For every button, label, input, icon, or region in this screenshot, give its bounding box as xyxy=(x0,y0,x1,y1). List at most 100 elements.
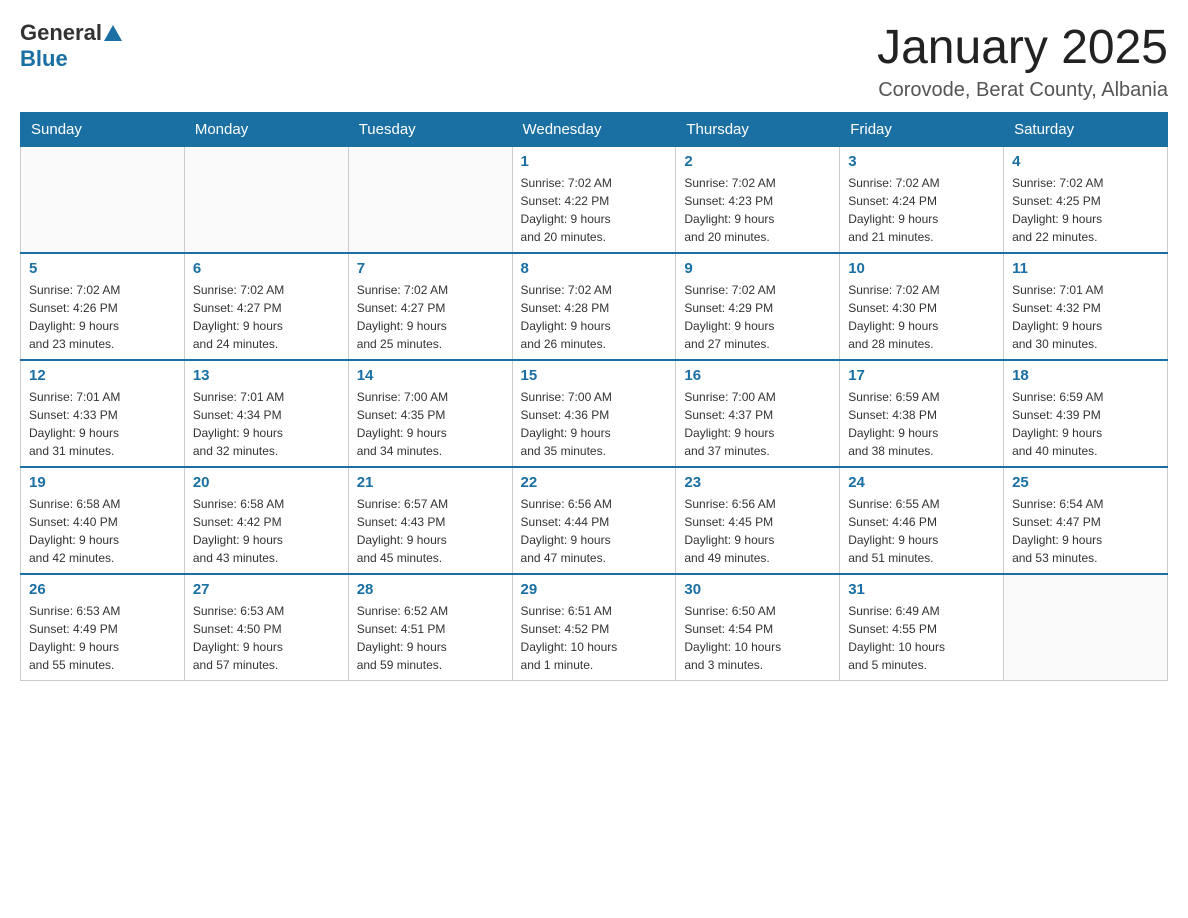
calendar-cell: 22 Sunrise: 6:56 AM Sunset: 4:44 PM Dayli… xyxy=(512,467,676,574)
logo: General Blue xyxy=(20,20,122,72)
day-info: Sunrise: 7:02 AM Sunset: 4:23 PM Dayligh… xyxy=(684,174,831,246)
day-header-tuesday: Tuesday xyxy=(348,113,512,147)
header: General Blue January 2025 Corovode, Bera… xyxy=(20,20,1168,102)
day-info: Sunrise: 7:02 AM Sunset: 4:22 PM Dayligh… xyxy=(521,174,668,246)
day-number: 21 xyxy=(357,474,504,491)
day-number: 4 xyxy=(1012,153,1159,170)
day-info: Sunrise: 6:59 AM Sunset: 4:39 PM Dayligh… xyxy=(1012,388,1159,460)
logo-triangle-icon xyxy=(104,25,122,41)
calendar-cell: 8 Sunrise: 7:02 AM Sunset: 4:28 PM Daylig… xyxy=(512,253,676,360)
day-number: 25 xyxy=(1012,474,1159,491)
logo-general-text: General xyxy=(20,20,102,46)
day-info: Sunrise: 7:02 AM Sunset: 4:29 PM Dayligh… xyxy=(684,281,831,353)
day-info: Sunrise: 7:01 AM Sunset: 4:33 PM Dayligh… xyxy=(29,388,176,460)
calendar-cell: 3Sunrise: 7:02 AM Sunset: 4:24 PM Daylig… xyxy=(840,147,1004,254)
calendar-cell: 4 Sunrise: 7:02 AM Sunset: 4:25 PM Daylig… xyxy=(1004,147,1168,254)
day-header-monday: Monday xyxy=(184,113,348,147)
day-number: 28 xyxy=(357,581,504,598)
calendar-cell: 11 Sunrise: 7:01 AM Sunset: 4:32 PM Dayli… xyxy=(1004,253,1168,360)
calendar-cell xyxy=(184,147,348,254)
day-number: 22 xyxy=(521,474,668,491)
calendar-cell: 24 Sunrise: 6:55 AM Sunset: 4:46 PM Dayli… xyxy=(840,467,1004,574)
calendar-cell: 12 Sunrise: 7:01 AM Sunset: 4:33 PM Dayli… xyxy=(21,360,185,467)
day-info: Sunrise: 7:02 AM Sunset: 4:26 PM Dayligh… xyxy=(29,281,176,353)
day-header-saturday: Saturday xyxy=(1004,113,1168,147)
calendar-table: SundayMondayTuesdayWednesdayThursdayFrid… xyxy=(20,112,1168,681)
day-info: Sunrise: 7:01 AM Sunset: 4:32 PM Dayligh… xyxy=(1012,281,1159,353)
day-header-friday: Friday xyxy=(840,113,1004,147)
calendar-cell: 31 Sunrise: 6:49 AM Sunset: 4:55 PM Dayli… xyxy=(840,574,1004,681)
calendar-cell: 9Sunrise: 7:02 AM Sunset: 4:29 PM Daylig… xyxy=(676,253,840,360)
calendar-cell: 16 Sunrise: 7:00 AM Sunset: 4:37 PM Dayli… xyxy=(676,360,840,467)
calendar-subtitle: Corovode, Berat County, Albania xyxy=(877,79,1168,102)
day-info: Sunrise: 7:01 AM Sunset: 4:34 PM Dayligh… xyxy=(193,388,340,460)
calendar-cell: 27 Sunrise: 6:53 AM Sunset: 4:50 PM Dayli… xyxy=(184,574,348,681)
day-number: 10 xyxy=(848,260,995,277)
calendar-cell: 18 Sunrise: 6:59 AM Sunset: 4:39 PM Dayli… xyxy=(1004,360,1168,467)
day-info: Sunrise: 6:53 AM Sunset: 4:49 PM Dayligh… xyxy=(29,602,176,674)
day-info: Sunrise: 6:55 AM Sunset: 4:46 PM Dayligh… xyxy=(848,495,995,567)
title-area: January 2025 Corovode, Berat County, Alb… xyxy=(877,20,1168,102)
day-info: Sunrise: 7:02 AM Sunset: 4:24 PM Dayligh… xyxy=(848,174,995,246)
day-number: 12 xyxy=(29,367,176,384)
day-info: Sunrise: 6:53 AM Sunset: 4:50 PM Dayligh… xyxy=(193,602,340,674)
calendar-cell: 23Sunrise: 6:56 AM Sunset: 4:45 PM Dayli… xyxy=(676,467,840,574)
day-number: 2 xyxy=(684,153,831,170)
day-info: Sunrise: 6:51 AM Sunset: 4:52 PM Dayligh… xyxy=(521,602,668,674)
calendar-cell: 7Sunrise: 7:02 AM Sunset: 4:27 PM Daylig… xyxy=(348,253,512,360)
calendar-cell: 13 Sunrise: 7:01 AM Sunset: 4:34 PM Dayli… xyxy=(184,360,348,467)
day-number: 24 xyxy=(848,474,995,491)
week-row-3: 12 Sunrise: 7:01 AM Sunset: 4:33 PM Dayli… xyxy=(21,360,1168,467)
week-row-5: 26 Sunrise: 6:53 AM Sunset: 4:49 PM Dayli… xyxy=(21,574,1168,681)
day-info: Sunrise: 7:00 AM Sunset: 4:35 PM Dayligh… xyxy=(357,388,504,460)
day-number: 15 xyxy=(521,367,668,384)
day-info: Sunrise: 7:02 AM Sunset: 4:25 PM Dayligh… xyxy=(1012,174,1159,246)
calendar-cell: 5 Sunrise: 7:02 AM Sunset: 4:26 PM Daylig… xyxy=(21,253,185,360)
day-number: 27 xyxy=(193,581,340,598)
day-info: Sunrise: 6:57 AM Sunset: 4:43 PM Dayligh… xyxy=(357,495,504,567)
day-info: Sunrise: 6:52 AM Sunset: 4:51 PM Dayligh… xyxy=(357,602,504,674)
calendar-cell xyxy=(21,147,185,254)
day-number: 13 xyxy=(193,367,340,384)
day-number: 19 xyxy=(29,474,176,491)
day-number: 7 xyxy=(357,260,504,277)
day-info: Sunrise: 6:58 AM Sunset: 4:40 PM Dayligh… xyxy=(29,495,176,567)
day-number: 8 xyxy=(521,260,668,277)
day-number: 11 xyxy=(1012,260,1159,277)
day-header-wednesday: Wednesday xyxy=(512,113,676,147)
day-info: Sunrise: 6:58 AM Sunset: 4:42 PM Dayligh… xyxy=(193,495,340,567)
calendar-cell xyxy=(1004,574,1168,681)
week-row-1: 1 Sunrise: 7:02 AM Sunset: 4:22 PM Daylig… xyxy=(21,147,1168,254)
day-info: Sunrise: 7:00 AM Sunset: 4:37 PM Dayligh… xyxy=(684,388,831,460)
calendar-cell: 25 Sunrise: 6:54 AM Sunset: 4:47 PM Dayli… xyxy=(1004,467,1168,574)
calendar-title: January 2025 xyxy=(877,20,1168,75)
day-info: Sunrise: 7:02 AM Sunset: 4:28 PM Dayligh… xyxy=(521,281,668,353)
calendar-cell: 30 Sunrise: 6:50 AM Sunset: 4:54 PM Dayli… xyxy=(676,574,840,681)
day-number: 26 xyxy=(29,581,176,598)
day-number: 6 xyxy=(193,260,340,277)
day-number: 1 xyxy=(521,153,668,170)
day-number: 30 xyxy=(684,581,831,598)
calendar-cell: 6 Sunrise: 7:02 AM Sunset: 4:27 PM Daylig… xyxy=(184,253,348,360)
day-info: Sunrise: 6:59 AM Sunset: 4:38 PM Dayligh… xyxy=(848,388,995,460)
logo-blue-text: Blue xyxy=(20,46,68,72)
day-number: 14 xyxy=(357,367,504,384)
calendar-cell xyxy=(348,147,512,254)
day-info: Sunrise: 6:50 AM Sunset: 4:54 PM Dayligh… xyxy=(684,602,831,674)
day-number: 31 xyxy=(848,581,995,598)
week-row-2: 5 Sunrise: 7:02 AM Sunset: 4:26 PM Daylig… xyxy=(21,253,1168,360)
week-row-4: 19 Sunrise: 6:58 AM Sunset: 4:40 PM Dayli… xyxy=(21,467,1168,574)
calendar-cell: 26 Sunrise: 6:53 AM Sunset: 4:49 PM Dayli… xyxy=(21,574,185,681)
day-info: Sunrise: 7:02 AM Sunset: 4:27 PM Dayligh… xyxy=(193,281,340,353)
day-number: 18 xyxy=(1012,367,1159,384)
calendar-cell: 14 Sunrise: 7:00 AM Sunset: 4:35 PM Dayli… xyxy=(348,360,512,467)
day-number: 16 xyxy=(684,367,831,384)
calendar-cell: 10Sunrise: 7:02 AM Sunset: 4:30 PM Dayli… xyxy=(840,253,1004,360)
day-number: 17 xyxy=(848,367,995,384)
day-info: Sunrise: 7:00 AM Sunset: 4:36 PM Dayligh… xyxy=(521,388,668,460)
day-info: Sunrise: 6:49 AM Sunset: 4:55 PM Dayligh… xyxy=(848,602,995,674)
day-info: Sunrise: 6:56 AM Sunset: 4:44 PM Dayligh… xyxy=(521,495,668,567)
day-number: 29 xyxy=(521,581,668,598)
day-info: Sunrise: 6:54 AM Sunset: 4:47 PM Dayligh… xyxy=(1012,495,1159,567)
day-number: 5 xyxy=(29,260,176,277)
